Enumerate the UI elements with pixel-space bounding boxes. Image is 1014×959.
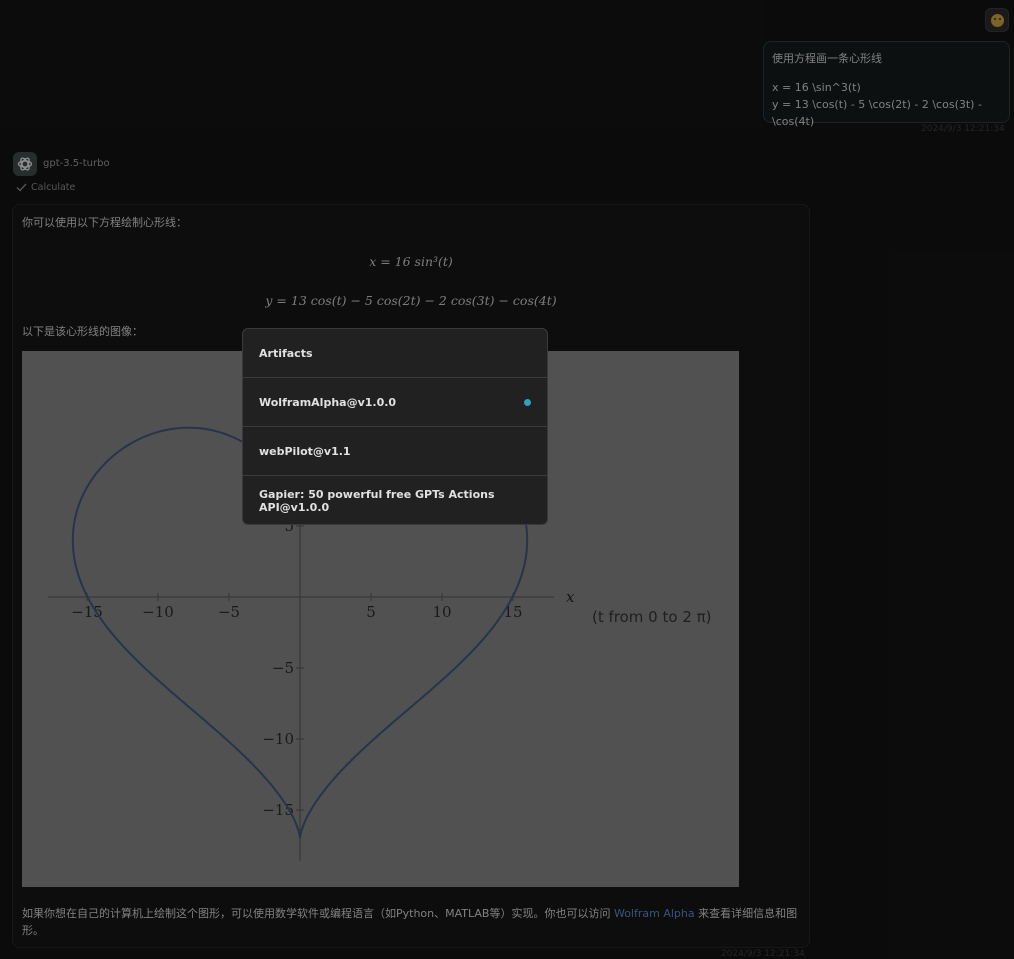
selected-dot-icon <box>524 399 531 406</box>
menu-item-webpilot[interactable]: webPilot@v1.1 <box>243 427 547 476</box>
menu-item-wolframalpha[interactable]: WolframAlpha@v1.0.0 <box>243 378 547 427</box>
menu-item-label: webPilot@v1.1 <box>259 444 351 458</box>
menu-item-label: WolframAlpha@v1.0.0 <box>259 395 397 409</box>
menu-item-artifacts[interactable]: Artifacts <box>243 329 547 378</box>
menu-item-label: Gapier: 50 powerful free GPTs Actions AP… <box>259 487 495 514</box>
artifacts-menu: Artifacts WolframAlpha@v1.0.0 webPilot@v… <box>242 328 548 525</box>
menu-item-label: Artifacts <box>259 346 313 360</box>
menu-item-gapier[interactable]: Gapier: 50 powerful free GPTs Actions AP… <box>243 476 547 524</box>
